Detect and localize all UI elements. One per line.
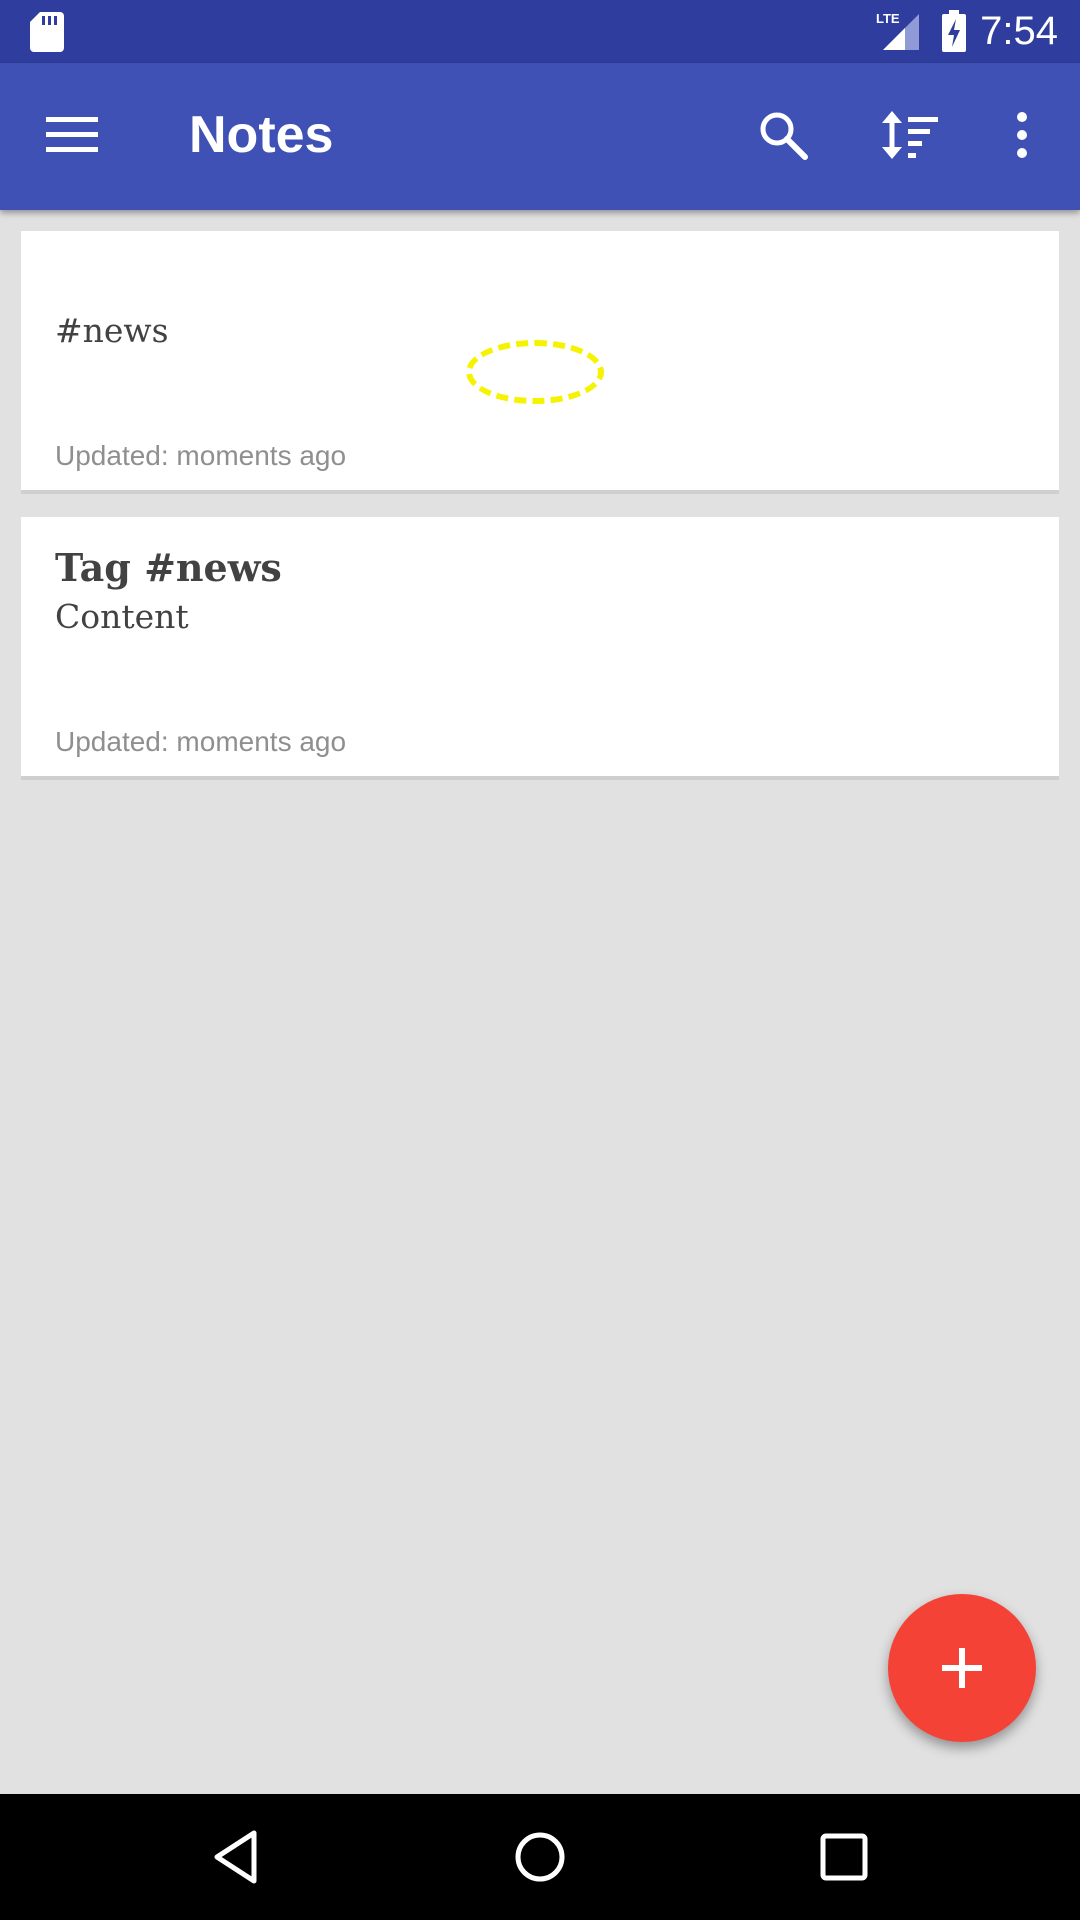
status-clock: 7:54 <box>980 9 1058 53</box>
sd-card-icon <box>30 12 64 52</box>
page-title: Notes <box>189 106 334 164</box>
status-bar: LTE 7:54 <box>0 0 1080 63</box>
lte-signal-icon: LTE <box>876 11 919 50</box>
note-updated: Updated: moments ago <box>55 440 347 471</box>
app-bar: Notes <box>0 63 1080 210</box>
note-body: #news <box>55 311 169 350</box>
system-nav-bar <box>0 1794 1080 1920</box>
recents-icon[interactable] <box>818 1828 870 1886</box>
note-card[interactable]: Tag #news Content Updated: moments ago <box>21 517 1059 780</box>
note-body: Content <box>55 597 189 636</box>
note-updated: Updated: moments ago <box>55 726 347 757</box>
battery-charging-icon <box>942 10 966 52</box>
menu-icon[interactable] <box>46 115 98 155</box>
add-icon <box>942 1648 982 1688</box>
search-icon[interactable] <box>757 109 809 161</box>
more-vert-icon[interactable] <box>1010 109 1034 161</box>
note-card[interactable]: #news Updated: moments ago <box>21 231 1059 494</box>
add-note-button[interactable] <box>888 1594 1036 1742</box>
home-icon[interactable] <box>512 1828 568 1886</box>
note-title: Tag #news <box>55 545 282 590</box>
svg-text:LTE: LTE <box>876 11 900 26</box>
back-icon[interactable] <box>212 1828 260 1886</box>
sort-icon[interactable] <box>880 109 940 161</box>
